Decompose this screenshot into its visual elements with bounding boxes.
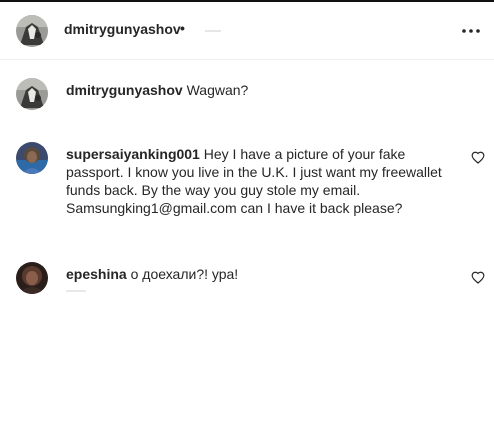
comment-text: Wagwan? <box>186 82 249 98</box>
header-faint-mark <box>205 30 221 32</box>
post-comments-panel: dmitrygunyashov • dmitrygunyashov Wagwan… <box>0 0 494 444</box>
heart-outline-icon <box>471 151 485 164</box>
like-comment-button[interactable] <box>471 271 487 287</box>
comment-body: epeshina о доехали?! ура! <box>66 265 462 283</box>
comment-meta-faint <box>66 290 86 292</box>
comment-username[interactable]: dmitrygunyashov <box>66 82 183 98</box>
header-separator-dot: • <box>180 20 185 36</box>
header-avatar[interactable] <box>16 15 48 47</box>
header-username[interactable]: dmitrygunyashov <box>64 21 181 37</box>
comment-body: supersaiyanking001 Hey I have a picture … <box>66 145 462 217</box>
more-options-button[interactable] <box>458 18 484 44</box>
comment-avatar[interactable] <box>16 262 48 294</box>
comment-body: dmitrygunyashov Wagwan? <box>66 81 462 99</box>
comment-avatar[interactable] <box>16 78 48 110</box>
more-horizontal-icon <box>462 29 480 33</box>
like-comment-button[interactable] <box>471 151 487 167</box>
comment-text: о доехали?! ура! <box>130 266 239 282</box>
heart-outline-icon <box>471 271 485 284</box>
comment-avatar[interactable] <box>16 142 48 174</box>
comment-username[interactable]: supersaiyanking001 <box>66 146 200 162</box>
post-header: dmitrygunyashov • <box>0 2 494 60</box>
comment-username[interactable]: epeshina <box>66 266 127 282</box>
